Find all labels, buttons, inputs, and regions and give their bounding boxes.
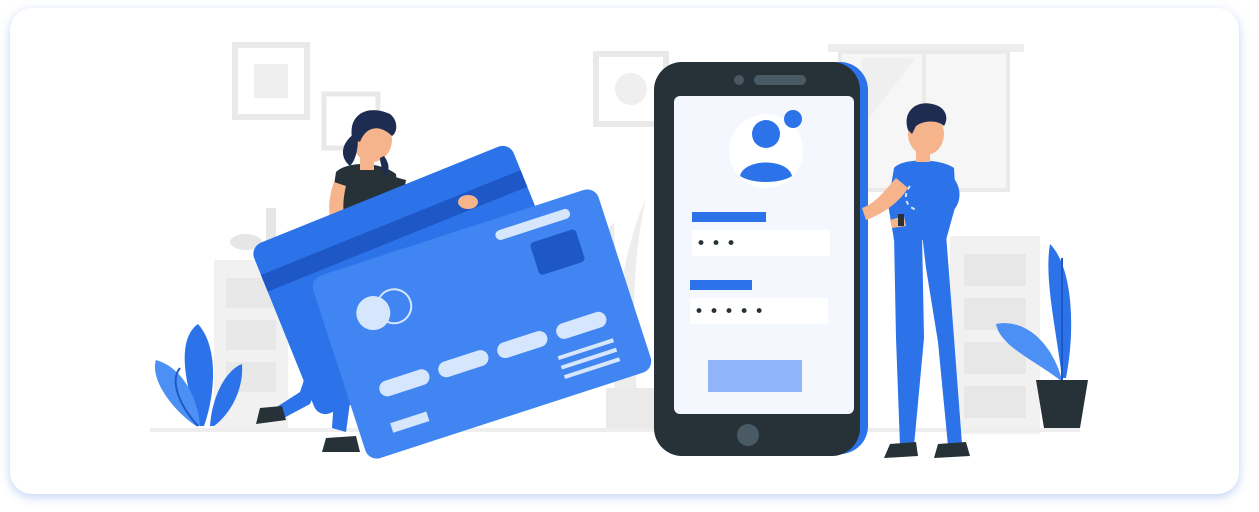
phone-home-button xyxy=(737,424,759,446)
password-label-bar xyxy=(690,280,752,290)
username-mask: ••• xyxy=(696,234,741,254)
status-dot xyxy=(784,110,802,128)
wall-frame-3-art xyxy=(615,73,647,105)
wall-frame-1-art xyxy=(254,64,288,98)
password-mask: ••••• xyxy=(694,302,769,322)
payment-illustration: ••• ••••• xyxy=(150,42,1088,459)
username-label-bar xyxy=(692,212,766,222)
smartphone: ••• ••••• xyxy=(654,62,868,456)
login-button xyxy=(708,360,802,392)
illustration-card: ••• ••••• xyxy=(10,8,1239,494)
floor-line xyxy=(150,428,1080,432)
avatar-head-icon xyxy=(752,120,780,148)
plant-pot xyxy=(1036,380,1088,428)
phone-speaker xyxy=(754,75,806,85)
man-shoe-right xyxy=(934,442,970,458)
phone-camera xyxy=(734,75,744,85)
woman-shoe-front xyxy=(322,436,360,452)
man-shoe-left xyxy=(884,442,918,458)
